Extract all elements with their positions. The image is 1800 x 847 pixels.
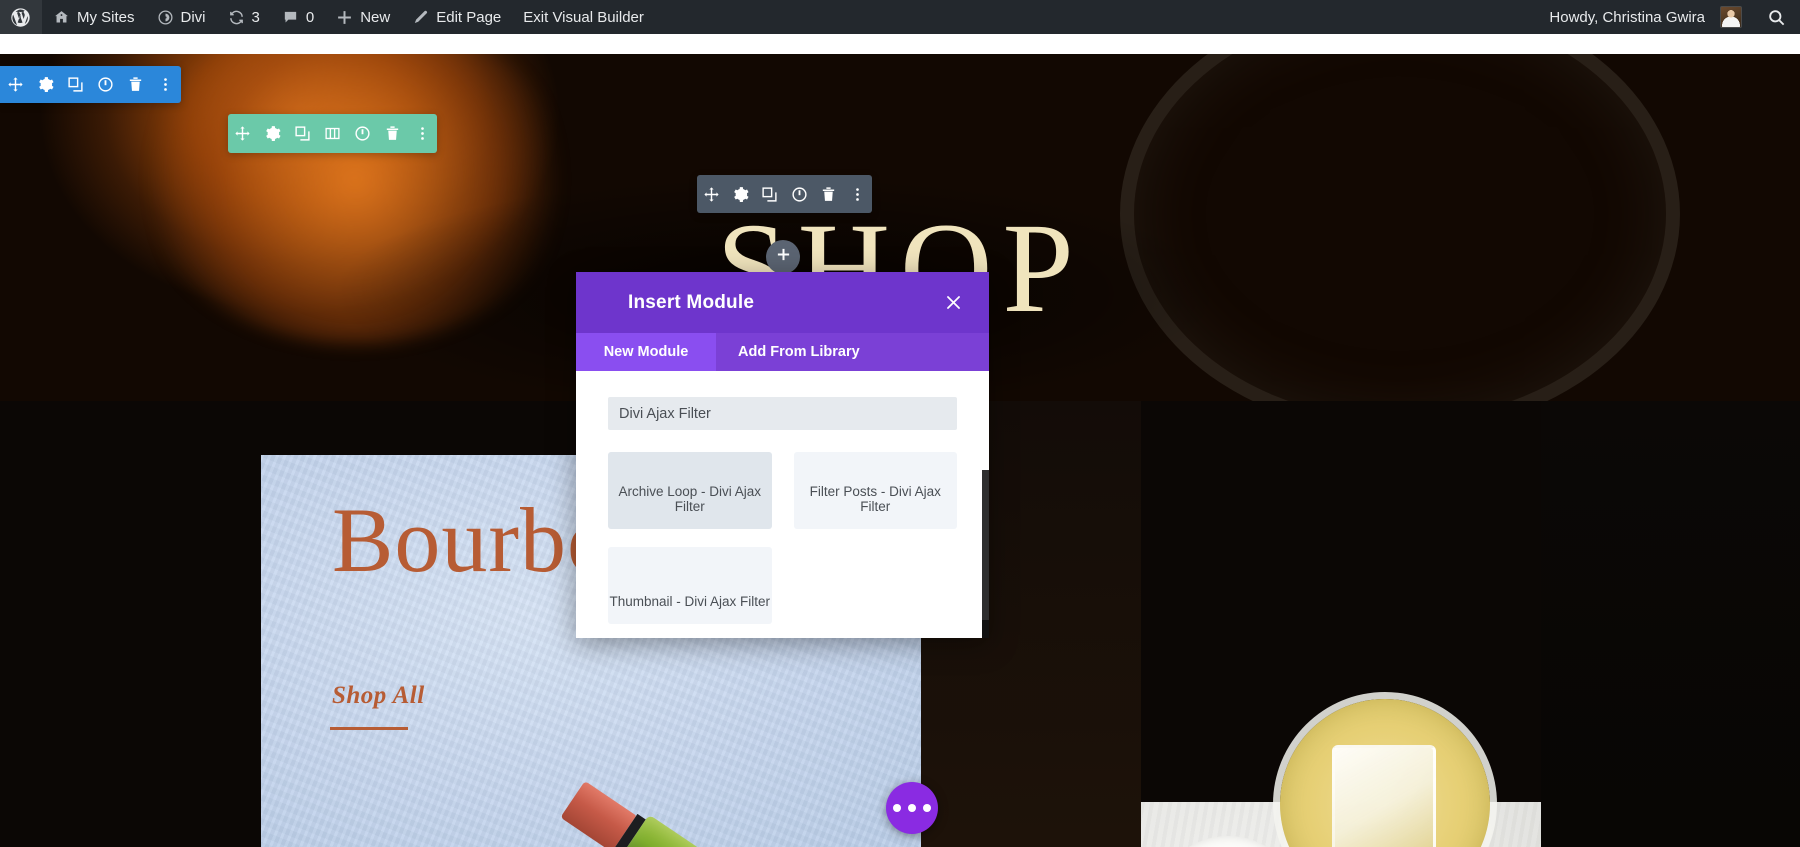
- plus-icon: [776, 247, 791, 267]
- adminbar-right-group: Howdy, Christina Gwira: [1538, 0, 1800, 34]
- module-toolbar[interactable]: [697, 175, 872, 213]
- avatar: [1720, 6, 1742, 28]
- ellipsis-icon: [893, 804, 901, 812]
- adminbar-label-edit-page: Edit Page: [436, 8, 502, 26]
- close-icon[interactable]: [941, 291, 965, 315]
- module-card-filter-posts[interactable]: Filter Posts - Divi Ajax Filter: [793, 452, 957, 529]
- power-icon[interactable]: [785, 175, 814, 213]
- module-search-input[interactable]: [608, 397, 957, 430]
- move-icon[interactable]: [697, 175, 726, 213]
- adminbar-item-divi[interactable]: Divi: [146, 0, 217, 34]
- ice-cube: [1332, 745, 1436, 847]
- adminbar-label-exit-visual-builder: Exit Visual Builder: [523, 8, 644, 26]
- visual-builder-screen: My Sites Divi 3 0 New Edit Page Exit Vis…: [0, 0, 1800, 847]
- adminbar-my-account[interactable]: Howdy, Christina Gwira: [1538, 0, 1753, 34]
- adminbar-item-comments[interactable]: 0: [271, 0, 325, 34]
- page-right-edge: [1541, 401, 1800, 847]
- adminbar-label-updates: 3: [251, 8, 260, 26]
- columns-icon[interactable]: [318, 114, 348, 153]
- adminbar-item-edit-page[interactable]: Edit Page: [401, 0, 512, 34]
- adminbar-item-updates[interactable]: 3: [217, 0, 271, 34]
- power-icon[interactable]: [347, 114, 377, 153]
- power-icon[interactable]: [91, 66, 121, 103]
- module-card-thumbnail[interactable]: Thumbnail - Divi Ajax Filter: [608, 547, 772, 624]
- updates-icon: [228, 9, 245, 26]
- network-icon: [53, 9, 70, 26]
- insert-module-modal: Insert Module New Module Add From Librar…: [576, 272, 989, 638]
- row-toolbar[interactable]: [228, 114, 437, 153]
- wordpress-icon: [10, 7, 31, 28]
- move-icon[interactable]: [228, 114, 258, 153]
- adminbar-label-new: New: [360, 8, 391, 26]
- modal-scrollbar-thumb[interactable]: [982, 470, 989, 620]
- modal-body: Archive Loop - Divi Ajax Filter Filter P…: [576, 371, 989, 638]
- modal-scrollbar[interactable]: [982, 470, 989, 638]
- trash-icon[interactable]: [121, 66, 151, 103]
- builder-settings-fab[interactable]: [886, 782, 938, 834]
- adminbar-item-exit-visual-builder[interactable]: Exit Visual Builder: [512, 0, 655, 34]
- section-toolbar[interactable]: [0, 66, 181, 103]
- comment-icon: [282, 9, 299, 26]
- product-shop-all-link[interactable]: Shop All: [332, 682, 425, 710]
- modal-header: Insert Module: [576, 272, 989, 333]
- adminbar-item-my-sites[interactable]: My Sites: [42, 0, 146, 34]
- tab-add-from-library[interactable]: Add From Library: [716, 333, 882, 371]
- duplicate-icon[interactable]: [288, 114, 318, 153]
- more-icon[interactable]: [843, 175, 872, 213]
- pencil-icon: [412, 9, 429, 26]
- gear-icon[interactable]: [726, 175, 755, 213]
- divi-icon: [157, 9, 174, 26]
- gear-icon[interactable]: [30, 66, 60, 103]
- plus-icon: [336, 9, 353, 26]
- modal-title: Insert Module: [628, 291, 755, 313]
- wp-admin-bar: My Sites Divi 3 0 New Edit Page Exit Vis…: [0, 0, 1800, 34]
- more-icon[interactable]: [151, 66, 181, 103]
- trash-icon[interactable]: [814, 175, 843, 213]
- move-icon[interactable]: [0, 66, 30, 103]
- trash-icon[interactable]: [377, 114, 407, 153]
- adminbar-label-divi: Divi: [180, 8, 206, 26]
- modal-tabs: New Module Add From Library: [576, 333, 989, 371]
- builder-top-strip: [0, 34, 1800, 54]
- module-results-grid: Archive Loop - Divi Ajax Filter Filter P…: [608, 452, 957, 624]
- ellipsis-icon: [923, 804, 931, 812]
- tab-new-module[interactable]: New Module: [576, 333, 716, 371]
- duplicate-icon[interactable]: [755, 175, 784, 213]
- adminbar-label-comments: 0: [305, 8, 315, 26]
- module-card-archive-loop[interactable]: Archive Loop - Divi Ajax Filter: [608, 452, 772, 529]
- ellipsis-icon: [908, 804, 916, 812]
- more-icon[interactable]: [407, 114, 437, 153]
- adminbar-wordpress-logo[interactable]: [0, 0, 42, 34]
- adminbar-label-my-sites: My Sites: [77, 8, 135, 26]
- search-icon: [1767, 8, 1786, 27]
- add-module-button[interactable]: [766, 240, 800, 274]
- adminbar-item-new[interactable]: New: [325, 0, 401, 34]
- product-link-underline: [330, 727, 408, 730]
- gear-icon[interactable]: [258, 114, 288, 153]
- adminbar-search-button[interactable]: [1753, 0, 1800, 34]
- duplicate-icon[interactable]: [60, 66, 90, 103]
- adminbar-greeting: Howdy, Christina Gwira: [1549, 8, 1705, 26]
